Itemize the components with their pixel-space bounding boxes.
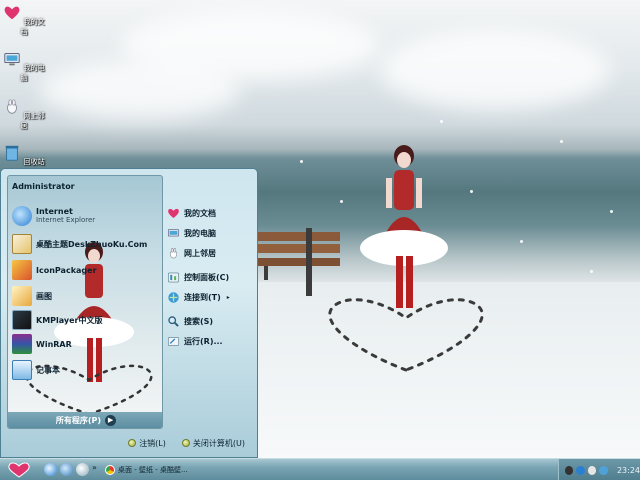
pinned-item-title: 桌酷主题DeskZhuoKu.Com: [36, 239, 148, 249]
shutdown-label: 关闭计算机(U): [192, 438, 245, 448]
network-icon: [169, 247, 178, 258]
start-menu-pinned-panel: Administrator Internet Internet Explorer…: [7, 175, 163, 429]
tray-network-icon[interactable]: [576, 465, 585, 475]
start-heart-icon: [8, 462, 30, 478]
pinned-item-title: Internet: [36, 207, 73, 216]
desktop-icon-network[interactable]: 网上邻居: [2, 98, 46, 131]
places-item-connect-to[interactable]: 连接到(T) ▸: [167, 289, 230, 305]
network-icon: [7, 99, 18, 114]
places-item-label: 运行(R)...: [184, 336, 223, 346]
logoff-icon: [128, 439, 137, 447]
all-programs-button[interactable]: 所有程序(P) ▶: [8, 412, 162, 428]
control-panel-icon: [167, 272, 180, 282]
pinned-item-notepad[interactable]: 记事本: [12, 358, 160, 382]
documents-heart-icon: [5, 6, 20, 20]
start-button[interactable]: [4, 461, 34, 479]
logoff-label: 注销(L): [139, 438, 166, 448]
snowflake: [560, 140, 563, 143]
kmplayer-icon: [12, 310, 32, 330]
places-item-network[interactable]: 网上邻居: [167, 245, 216, 261]
internet-explorer-icon: [12, 206, 32, 226]
desktop-icon-recycle-bin[interactable]: 回收站: [2, 144, 46, 167]
start-menu-power-bar: 注销(L) 关闭计算机(U): [1, 429, 257, 457]
start-menu-username: Administrator: [12, 182, 75, 191]
taskbar: » 桌面 - 壁纸 - 桌酷壁... 23:24: [0, 458, 640, 480]
places-item-label: 我的文档: [184, 208, 216, 218]
computer-icon: [4, 53, 21, 66]
girl-figure-illustration: [360, 145, 448, 308]
places-item-my-computer[interactable]: 我的电脑: [167, 225, 216, 241]
pinned-item-zhuoku-theme[interactable]: 桌酷主题DeskZhuoKu.Com: [12, 232, 160, 256]
pinned-item-paint[interactable]: 画图: [12, 284, 160, 308]
snowflake: [300, 160, 303, 163]
tray-status-icon[interactable]: [599, 465, 608, 475]
places-item-run[interactable]: 运行(R)...: [167, 333, 223, 349]
quicklaunch-ie-icon[interactable]: [44, 463, 57, 476]
tray-app-icon[interactable]: [565, 465, 574, 475]
snowflake: [340, 200, 343, 203]
all-programs-label: 所有程序(P): [55, 415, 102, 425]
places-item-label: 网上邻居: [184, 248, 216, 258]
run-icon: [167, 336, 180, 346]
desktop-icon-label: 网上邻居: [20, 112, 45, 130]
paint-icon: [12, 286, 32, 306]
desktop-icon-label: 回收站: [23, 158, 45, 166]
places-item-label: 搜索(S): [184, 316, 214, 326]
system-tray: 23:24: [558, 459, 640, 480]
taskbar-clock[interactable]: 23:24: [617, 466, 640, 475]
cloud: [380, 30, 610, 110]
pinned-item-winrar[interactable]: WinRAR: [12, 332, 160, 356]
snowflake: [610, 210, 613, 213]
pinned-item-iconpackager[interactable]: IconPackager: [12, 258, 160, 282]
desktop-icon-my-computer[interactable]: 我的电脑: [2, 50, 46, 83]
winrar-icon: [12, 334, 32, 354]
taskbar-window-button[interactable]: 桌面 - 壁纸 - 桌酷壁...: [102, 462, 202, 477]
shutdown-icon: [181, 439, 190, 447]
snowflake: [520, 240, 523, 243]
places-item-label: 连接到(T): [184, 292, 221, 302]
tray-volume-icon[interactable]: [587, 465, 597, 475]
quicklaunch-expand-icon[interactable]: »: [92, 463, 97, 472]
places-item-label: 控制面板(C): [184, 272, 230, 282]
desktop-icon-label: 我的电脑: [20, 64, 45, 82]
computer-icon: [167, 228, 180, 236]
iconpackager-icon: [12, 260, 32, 280]
documents-heart-icon: [168, 208, 179, 218]
recycle-bin-icon: [6, 145, 19, 161]
shutdown-button[interactable]: 关闭计算机(U): [181, 438, 245, 449]
snowflake: [590, 270, 593, 273]
start-menu: Administrator Internet Internet Explorer…: [0, 168, 258, 458]
chrome-icon: [105, 464, 115, 475]
pinned-item-title: 画图: [36, 291, 52, 301]
desktop-icon-label: 我的文档: [20, 18, 45, 36]
cloud: [40, 60, 240, 120]
places-item-my-documents[interactable]: 我的文档: [167, 205, 216, 221]
footprint-heart-illustration: [328, 298, 484, 372]
submenu-arrow-icon: ▸: [226, 293, 230, 301]
quicklaunch-explorer-icon[interactable]: [60, 463, 73, 476]
pinned-item-title: WinRAR: [36, 339, 72, 349]
theme-icon: [12, 234, 32, 254]
taskbar-window-title: 桌面 - 壁纸 - 桌酷壁...: [118, 465, 188, 474]
logoff-button[interactable]: 注销(L): [128, 438, 166, 449]
desktop-icon-my-documents[interactable]: 我的文档: [2, 4, 46, 37]
right-arrow-icon: ▶: [105, 414, 117, 426]
snowflake: [470, 190, 473, 193]
connect-icon: [168, 291, 179, 303]
places-item-search[interactable]: 搜索(S): [167, 313, 213, 329]
snowflake: [440, 120, 443, 123]
search-icon: [168, 315, 179, 327]
pinned-item-title: 记事本: [36, 365, 60, 375]
pinned-item-title: IconPackager: [36, 265, 97, 275]
pinned-item-subtitle: Internet Explorer: [36, 216, 96, 224]
pinned-item-title: KMPlayer中文版: [36, 315, 103, 325]
pinned-item-kmplayer[interactable]: KMPlayer中文版: [12, 308, 160, 332]
pinned-item-internet[interactable]: Internet Internet Explorer: [12, 204, 160, 228]
places-item-control-panel[interactable]: 控制面板(C): [167, 269, 229, 285]
places-item-label: 我的电脑: [184, 228, 216, 238]
quicklaunch-desktop-icon[interactable]: [76, 463, 89, 476]
bench-illustration: [258, 228, 340, 296]
notepad-icon: [12, 360, 32, 380]
